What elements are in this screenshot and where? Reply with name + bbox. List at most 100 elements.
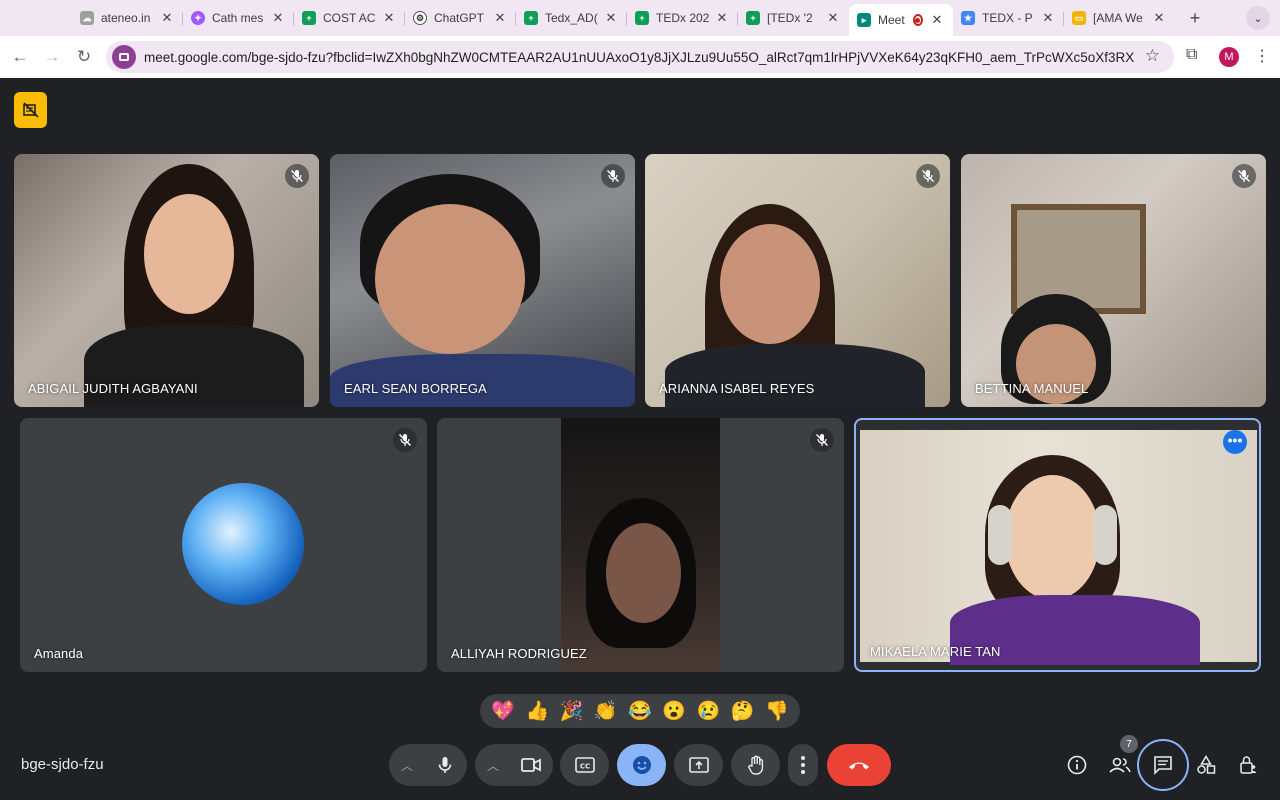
camera-control: ︿ — [475, 744, 553, 786]
reactions-button[interactable] — [617, 744, 666, 786]
cloud-icon: ☁ — [80, 11, 94, 25]
participant-name: MIKAELA MARIE TAN — [870, 644, 1001, 659]
recording-icon — [912, 14, 923, 26]
tab-tedx-202[interactable]: + TEDx 202 ✕ — [627, 4, 738, 32]
raise-hand-button[interactable] — [731, 744, 780, 786]
participant-tile[interactable]: ALLIYAH RODRIGUEZ — [437, 418, 844, 672]
reaction-party-popper[interactable]: 🎉 — [557, 699, 587, 723]
camera-off-notice-icon[interactable] — [14, 92, 47, 128]
participant-tile[interactable]: BETTINA MANUEL — [961, 154, 1266, 407]
close-tab-icon[interactable]: ✕ — [492, 10, 508, 26]
reaction-crying[interactable]: 😢 — [693, 699, 723, 723]
activities-button[interactable] — [1191, 750, 1221, 780]
reaction-thinking[interactable]: 🤔 — [728, 699, 758, 723]
browser-menu-icon[interactable]: ⋮ — [1254, 46, 1270, 66]
microphone-control: ︿ — [389, 744, 467, 786]
participant-video — [14, 154, 319, 407]
tab-search-chevron-icon[interactable]: ⌄ — [1246, 6, 1270, 30]
video-settings-chevron-icon[interactable]: ︿ — [475, 757, 511, 774]
meeting-details-button[interactable] — [1062, 750, 1092, 780]
close-tab-icon[interactable]: ✕ — [159, 10, 175, 26]
mic-off-icon — [916, 164, 940, 188]
participant-avatar — [182, 483, 304, 605]
participant-tile[interactable]: ABIGAIL JUDITH AGBAYANI — [14, 154, 319, 407]
participant-name: ARIANNA ISABEL REYES — [659, 381, 815, 396]
tab-chatgpt[interactable]: ⚙ ChatGPT ✕ — [405, 4, 516, 32]
close-tab-icon[interactable]: ✕ — [270, 10, 286, 26]
tab-meet-active[interactable]: ▸ Meet ✕ — [849, 4, 953, 36]
present-screen-button[interactable] — [674, 744, 723, 786]
participant-tile[interactable]: EARL SEAN BORREGA — [330, 154, 635, 407]
end-call-icon — [849, 762, 869, 770]
site-info-icon[interactable] — [112, 45, 136, 69]
reaction-sparkling-heart[interactable]: 💖 — [488, 699, 518, 723]
participant-tile[interactable]: ARIANNA ISABEL REYES — [645, 154, 950, 407]
tab-tedx-p[interactable]: ★ TEDX - P ✕ — [953, 4, 1064, 32]
close-tab-icon[interactable]: ✕ — [1040, 10, 1056, 26]
participant-tile-active-speaker[interactable]: ••• MIKAELA MARIE TAN — [854, 418, 1261, 672]
present-screen-icon — [688, 757, 709, 773]
reaction-thumbs-up[interactable]: 👍 — [522, 699, 552, 723]
participant-video — [645, 154, 950, 407]
address-bar[interactable]: meet.google.com/bge-sjdo-fzu?fbclid=IwZX… — [106, 41, 1174, 73]
participant-video — [961, 154, 1266, 407]
reaction-laughing[interactable]: 😂 — [625, 699, 655, 723]
close-tab-icon[interactable]: ✕ — [603, 10, 619, 26]
more-options-icon[interactable]: ••• — [1223, 430, 1247, 454]
sheets-icon: + — [302, 11, 316, 25]
tab-title: Tedx_AD( — [545, 11, 598, 25]
shapes-icon — [1197, 755, 1216, 774]
forward-arrow-icon[interactable]: → — [36, 41, 68, 73]
bookmark-star-icon[interactable]: ☆ — [1145, 46, 1160, 66]
tab-tedx-ad[interactable]: + Tedx_AD( ✕ — [516, 4, 627, 32]
close-tab-icon[interactable]: ✕ — [381, 10, 397, 26]
tab-ama[interactable]: ▭ [AMA We ✕ — [1064, 4, 1175, 32]
reload-icon[interactable]: ↻ — [68, 41, 100, 73]
mic-off-icon — [285, 164, 309, 188]
browser-toolbar: ← → ↻ meet.google.com/bge-sjdo-fzu?fbcli… — [0, 36, 1280, 78]
chat-icon — [1154, 756, 1172, 775]
meet-icon: ▸ — [857, 13, 871, 27]
tab-title: TEDx 202 — [656, 11, 710, 25]
profile-avatar[interactable]: M — [1219, 47, 1239, 67]
leave-call-button[interactable] — [827, 744, 891, 786]
url-text[interactable]: meet.google.com/bge-sjdo-fzu?fbclid=IwZX… — [144, 50, 1134, 65]
participant-video — [561, 418, 720, 672]
tab-messenger[interactable]: ✦ Cath mes ✕ — [183, 4, 294, 32]
mic-icon[interactable] — [425, 756, 465, 774]
participant-name: ABIGAIL JUDITH AGBAYANI — [28, 381, 198, 396]
tab-ateneo[interactable]: ☁ ateneo.in ✕ — [72, 4, 183, 32]
back-arrow-icon[interactable]: ← — [4, 41, 36, 73]
reaction-clapping[interactable]: 👏 — [591, 699, 621, 723]
captions-button[interactable]: CC — [560, 744, 609, 786]
participant-name: BETTINA MANUEL — [975, 381, 1089, 396]
host-controls-button[interactable] — [1233, 750, 1263, 780]
tab-title: [AMA We — [1093, 11, 1143, 25]
close-tab-icon[interactable]: ✕ — [714, 10, 730, 26]
people-button[interactable] — [1105, 750, 1135, 780]
reactions-bar: 💖 👍 🎉 👏 😂 😮 😢 🤔 👎 — [480, 694, 800, 728]
mic-off-icon — [601, 164, 625, 188]
more-options-button[interactable] — [788, 744, 818, 786]
camera-icon[interactable] — [511, 757, 551, 773]
extensions-icon[interactable]: ⧉ — [1186, 46, 1197, 64]
audio-settings-chevron-icon[interactable]: ︿ — [389, 757, 425, 774]
close-tab-icon[interactable]: ✕ — [1151, 10, 1167, 26]
chat-button[interactable] — [1148, 750, 1178, 780]
close-tab-icon[interactable]: ✕ — [929, 12, 945, 28]
mic-off-icon — [1232, 164, 1256, 188]
new-tab-button[interactable]: + — [1181, 8, 1209, 29]
reaction-thumbs-down[interactable]: 👎 — [762, 699, 792, 723]
participant-video — [330, 154, 635, 407]
svg-text:CC: CC — [579, 763, 589, 771]
participant-tile[interactable]: Amanda — [20, 418, 427, 672]
tab-tedx-2[interactable]: + [TEDx '2 ✕ — [738, 4, 849, 32]
award-icon: ★ — [961, 11, 975, 25]
reaction-surprised[interactable]: 😮 — [659, 699, 689, 723]
mic-off-icon — [810, 428, 834, 452]
tab-title: Cath mes — [212, 11, 264, 25]
participant-name: ALLIYAH RODRIGUEZ — [451, 646, 587, 661]
tab-cost-sheet[interactable]: + COST AC ✕ — [294, 4, 405, 32]
close-tab-icon[interactable]: ✕ — [825, 10, 841, 26]
tab-title: TEDX - P — [982, 11, 1033, 25]
